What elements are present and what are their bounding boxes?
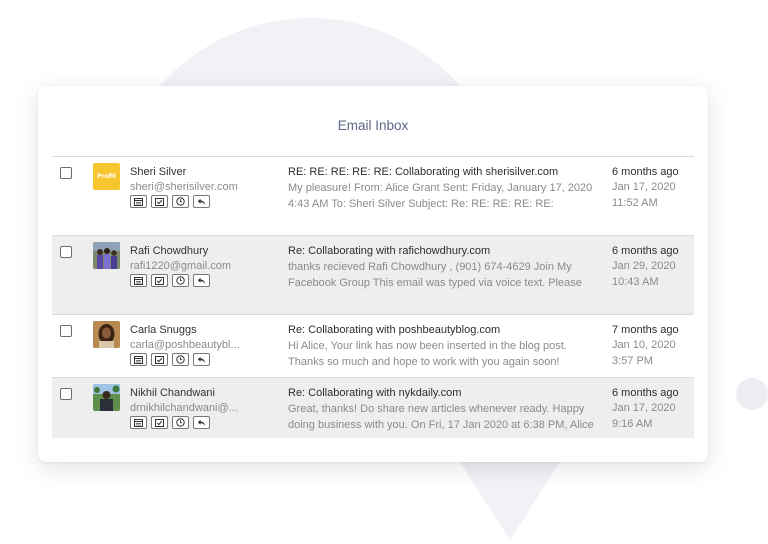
- reply-icon[interactable]: [193, 353, 210, 366]
- email-row[interactable]: Carla Snuggs carla@poshbeautybl... Re: C…: [52, 315, 694, 378]
- clock-icon[interactable]: [172, 195, 189, 208]
- sender-email: drnikhilchandwani@...: [130, 402, 238, 414]
- email-date: Jan 29, 2020: [612, 260, 676, 272]
- email-time: 11:52 AM: [612, 196, 658, 209]
- sender-name: Carla Snuggs: [130, 324, 197, 336]
- avatar-logo-text: Profit: [97, 173, 116, 180]
- inbox-title: Email Inbox: [337, 118, 409, 133]
- sender-email: carla@poshbeautybl...: [130, 339, 240, 351]
- email-subject: Re: Collaborating with nykdaily.com: [288, 387, 462, 399]
- avatar: Profit: [93, 163, 120, 190]
- email-preview: Hi Alice, Your link has now been inserte…: [288, 340, 567, 368]
- email-preview: Great, thanks! Do share new articles whe…: [288, 403, 594, 431]
- checklist-icon[interactable]: [151, 195, 168, 208]
- email-row[interactable]: Rafi Chowdhury rafi1220@gmail.com Re: Co…: [52, 236, 694, 315]
- select-checkbox[interactable]: [60, 167, 72, 179]
- sender-name: Sheri Silver: [130, 166, 187, 178]
- email-preview: thanks recieved Rafi Chowdhury , (901) 6…: [288, 261, 582, 289]
- select-checkbox[interactable]: [60, 388, 72, 400]
- email-time: 9:16 AM: [612, 417, 653, 430]
- calendar-icon[interactable]: [130, 353, 147, 366]
- avatar: [93, 384, 120, 411]
- checklist-icon[interactable]: [151, 353, 168, 366]
- reply-icon[interactable]: [193, 416, 210, 429]
- relative-time: 6 months ago: [612, 387, 679, 399]
- relative-time: 6 months ago: [612, 166, 679, 178]
- email-list: Profit Sheri Silver sheri@sherisilver.co…: [52, 156, 694, 438]
- row-actions: [130, 353, 210, 366]
- email-preview: My pleasure! From: Alice Grant Sent: Fri…: [288, 182, 593, 210]
- row-actions: [130, 416, 210, 429]
- email-date: Jan 17, 2020: [612, 402, 676, 414]
- email-time: 3:57 PM: [612, 354, 653, 367]
- email-subject: RE: RE: RE: RE: RE: Collaborating with s…: [288, 166, 559, 178]
- clock-icon[interactable]: [172, 274, 189, 287]
- clock-icon[interactable]: [172, 416, 189, 429]
- calendar-icon[interactable]: [130, 195, 147, 208]
- relative-time: 7 months ago: [612, 324, 679, 336]
- email-inbox-card: Email Inbox Profit Sheri Silver sheri@sh…: [38, 86, 708, 462]
- sender-email: sheri@sherisilver.com: [130, 181, 238, 193]
- calendar-icon[interactable]: [130, 416, 147, 429]
- email-subject: Re: Collaborating with rafichowdhury.com: [288, 245, 491, 257]
- background-dot: [736, 378, 768, 410]
- email-row[interactable]: Profit Sheri Silver sheri@sherisilver.co…: [52, 157, 694, 236]
- select-checkbox[interactable]: [60, 246, 72, 258]
- email-subject: Re: Collaborating with poshbeautyblog.co…: [288, 324, 501, 336]
- sender-email: rafi1220@gmail.com: [130, 260, 232, 272]
- reply-icon[interactable]: [193, 195, 210, 208]
- select-checkbox[interactable]: [60, 325, 72, 337]
- avatar: [93, 242, 120, 269]
- row-actions: [130, 195, 210, 208]
- relative-time: 6 months ago: [612, 245, 679, 257]
- email-date: Jan 10, 2020: [612, 339, 676, 351]
- checklist-icon[interactable]: [151, 416, 168, 429]
- email-date: Jan 17, 2020: [612, 181, 676, 193]
- sender-name: Rafi Chowdhury: [130, 245, 209, 257]
- row-actions: [130, 274, 210, 287]
- email-time: 10:43 AM: [612, 275, 659, 288]
- checklist-icon[interactable]: [151, 274, 168, 287]
- calendar-icon[interactable]: [130, 274, 147, 287]
- reply-icon[interactable]: [193, 274, 210, 287]
- sender-name: Nikhil Chandwani: [130, 387, 215, 399]
- email-row[interactable]: Nikhil Chandwani drnikhilchandwani@... R…: [52, 378, 694, 438]
- avatar: [93, 321, 120, 348]
- clock-icon[interactable]: [172, 353, 189, 366]
